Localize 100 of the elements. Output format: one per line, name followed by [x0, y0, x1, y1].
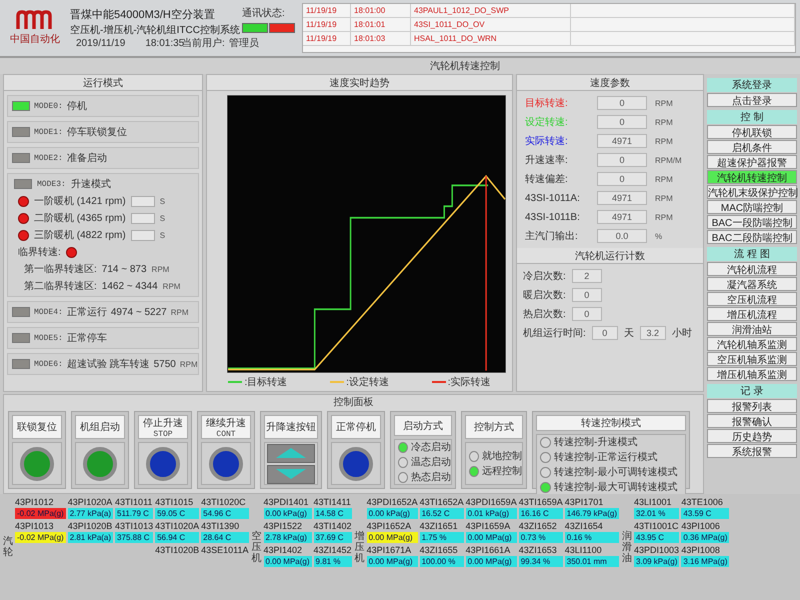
nav-item[interactable]: 超速保护器报警	[707, 155, 797, 169]
tag-name: 43TI1013	[115, 521, 154, 532]
nav-item[interactable]: BAC一段防喘控制	[707, 215, 797, 229]
measured-value: 43.59 C	[681, 508, 730, 519]
nav-item[interactable]: 历史趋势	[707, 429, 797, 443]
param-value: 4971	[597, 134, 647, 148]
option-label: 远程控制	[482, 464, 522, 478]
tag-name: 43PI1661A	[466, 545, 512, 556]
param-unit: %	[655, 232, 664, 240]
param-unit: RPM	[655, 98, 674, 108]
param-label: 目标转速:	[525, 96, 569, 110]
tag-name: 43TI1402	[314, 521, 352, 532]
tag-name: 43PI1006	[681, 521, 721, 532]
nav-item[interactable]: 报警确认	[707, 414, 797, 428]
nav-item[interactable]: 启机条件	[707, 140, 797, 154]
warmup-label: 二阶暖机 (4365 rpm)	[34, 212, 126, 225]
mode-name: 停车联锁复位	[66, 126, 127, 139]
nav-item[interactable]: MAC防喘控制	[707, 200, 797, 214]
radio-button[interactable]	[540, 436, 551, 448]
plant-title: 晋煤中能54000M3/H空分装置	[70, 8, 216, 22]
option-label: 转速控制-最大可调转速模式	[554, 480, 678, 494]
nav-item[interactable]: 空压机流程	[707, 292, 797, 306]
nav-item[interactable]: 凝汽器系统	[707, 277, 797, 291]
param-unit: RPM	[655, 194, 674, 202]
count-label: 冷启次数:	[523, 270, 566, 283]
nav-item[interactable]: 汽轮机转速控制	[707, 170, 797, 184]
tag-name: 43PI1659A	[466, 521, 512, 532]
param-unit: RPM	[655, 174, 674, 184]
tag-name: 43ZI1652	[518, 521, 558, 532]
lamp-button[interactable]	[209, 446, 243, 480]
nav-item[interactable]: 系统报警	[707, 444, 797, 458]
tag-name: 43PI1402	[264, 545, 304, 556]
tag-name: 43PDI1401	[264, 497, 310, 508]
button-subcaption: CONT	[216, 430, 236, 438]
tag-name: 43ZI1655	[420, 545, 459, 556]
nav-item[interactable]: 增压机轴系监测	[707, 367, 797, 381]
warmup-time-field	[130, 230, 155, 240]
section-title: 汽轮机转速控制	[430, 60, 500, 73]
speed-up-button[interactable]	[267, 444, 315, 462]
button-caption: 联锁复位	[17, 421, 57, 434]
nav-item[interactable]: 报警列表	[707, 399, 797, 413]
date-text: 2019/11/19	[76, 38, 126, 49]
legend-label: :实际转速	[448, 376, 491, 389]
tag-name: 43PDI1659A	[466, 497, 517, 508]
lamp-button[interactable]	[146, 446, 180, 480]
time-text: 18:01:35	[145, 38, 184, 49]
tag-name: 43TI1390	[201, 521, 240, 532]
button-caption: 正常停机	[336, 420, 376, 434]
nav-item[interactable]: BAC二段防喘控制	[707, 230, 797, 244]
mode-unit: RPM	[170, 308, 188, 316]
tag-name: 43TI1011	[115, 497, 154, 508]
critical-zone-unit: RPM	[152, 264, 170, 274]
radio-button[interactable]	[398, 442, 408, 452]
tag-name: 43PI1013	[15, 521, 55, 532]
radio-button[interactable]	[540, 482, 551, 492]
nav-item[interactable]: 空压机轴系监测	[707, 352, 797, 366]
lamp-button[interactable]	[339, 446, 373, 480]
radio-button[interactable]	[540, 466, 551, 478]
option-label: 就地控制	[482, 450, 522, 463]
alarm-time: 18:01:00	[351, 4, 411, 18]
measured-value: 54.96 C	[201, 508, 248, 519]
measured-value: 511.79 C	[115, 508, 154, 519]
tag-name: 43PI1020A	[68, 497, 114, 508]
nav-item[interactable]: 润滑油站	[707, 322, 797, 336]
alarm-time: 18:01:01	[351, 18, 411, 32]
option-label: 热态启动	[411, 470, 451, 484]
tag-name: 43LI1001	[634, 497, 673, 508]
measured-value: 16.16 C	[518, 508, 563, 519]
param-value: 4971	[597, 210, 647, 224]
radio-button[interactable]	[398, 472, 408, 482]
param-value: 0	[597, 172, 647, 186]
radio-button[interactable]	[469, 466, 479, 476]
nav-item[interactable]: 汽轮机轴系监测	[707, 337, 797, 351]
panel-title: 控制面板	[334, 396, 374, 409]
measured-value: 28.64 C	[201, 532, 248, 543]
param-label: 43SI-1011A:	[525, 192, 581, 204]
legend-label: :设定转速	[346, 376, 389, 389]
button-caption: 升降速按钮	[266, 420, 316, 434]
radio-button[interactable]	[469, 450, 479, 462]
mode-name: 正常停车	[66, 332, 107, 345]
system-title: 空压机-增压机-汽轮机组ITCC控制系统	[70, 24, 238, 37]
mode-range: 4974 ~ 5227	[110, 306, 167, 318]
mode-name: 停机	[66, 100, 87, 113]
param-value: 0	[597, 153, 647, 167]
param-unit: RPM	[655, 136, 674, 146]
speed-down-button[interactable]	[267, 464, 315, 484]
warmup-time-field	[130, 196, 155, 206]
measured-value: 0.00 MPa(g)	[366, 556, 418, 567]
measured-value: 16.52 C	[420, 508, 464, 519]
nav-item[interactable]: 点击登录	[707, 93, 797, 107]
nav-item[interactable]: 停机联锁	[707, 125, 797, 139]
tag-name: 43PI1522	[264, 521, 304, 532]
mode-name: 准备启动	[66, 152, 107, 165]
nav-item[interactable]: 增压机流程	[707, 307, 797, 321]
nav-item[interactable]: 汽轮机末级保护控制	[707, 185, 797, 199]
button-caption: 停止升速	[143, 416, 183, 430]
nav-item[interactable]: 汽轮机流程	[707, 262, 797, 276]
mode-code: MODE3:	[37, 180, 66, 188]
radio-button[interactable]	[398, 456, 408, 468]
radio-button[interactable]	[540, 452, 551, 462]
